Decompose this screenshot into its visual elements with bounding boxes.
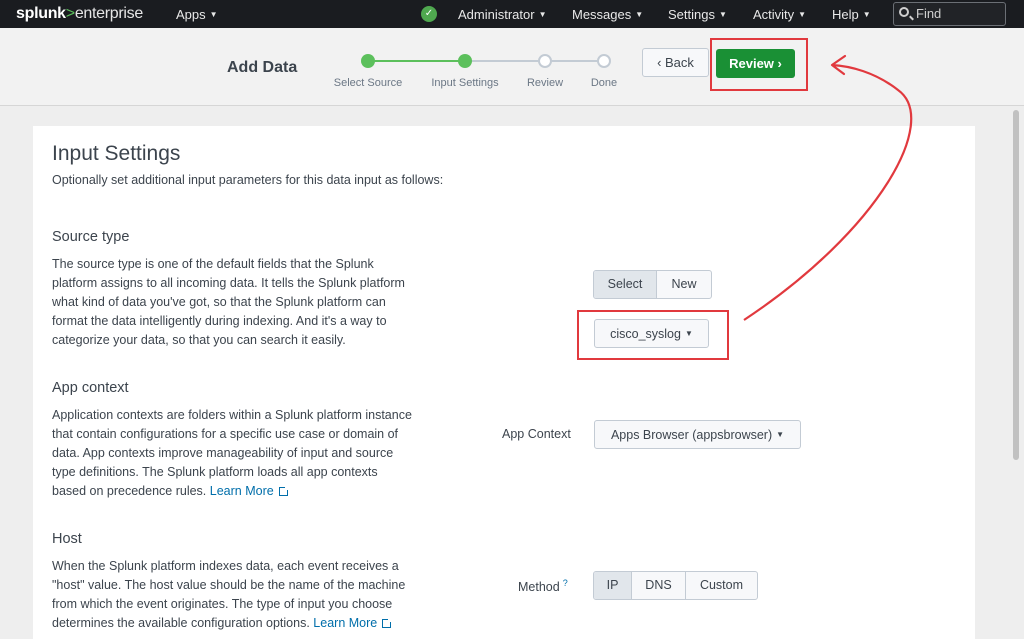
help-menu[interactable]: Help ▼ (832, 7, 871, 22)
apps-menu[interactable]: Apps ▼ (176, 7, 218, 22)
step-done-label: Done (590, 77, 618, 89)
caret-down-icon: ▼ (209, 10, 218, 19)
step-select-source-label: Select Source (333, 77, 403, 89)
review-highlight-box (710, 38, 808, 91)
administrator-menu[interactable]: Administrator ▼ (458, 7, 547, 22)
external-link-icon (278, 485, 290, 496)
source-type-title: Source type (52, 229, 130, 245)
step-input-settings-dot (458, 54, 472, 68)
source-type-highlight-box (577, 310, 729, 360)
source-type-description: The source type is one of the default fi… (52, 257, 405, 347)
scrollbar-thumb[interactable] (1013, 110, 1019, 460)
activity-menu[interactable]: Activity ▼ (753, 7, 806, 22)
source-type-mode-toggle: Select New (593, 270, 712, 299)
host-method-toggle: IP DNS Custom (593, 571, 758, 600)
source-type-select-option[interactable]: Select (594, 271, 657, 298)
caret-down-icon: ▼ (635, 10, 644, 19)
back-button[interactable]: ‹ Back (642, 48, 709, 77)
step-connector-complete (368, 60, 465, 62)
top-navigation-bar: splunk>enterprise Apps ▼ ✓ Administrator ▼… (0, 0, 1024, 28)
step-input-settings-label: Input Settings (431, 77, 499, 89)
caret-down-icon: ▼ (798, 10, 807, 19)
external-link-icon (382, 617, 394, 628)
health-status-icon[interactable]: ✓ (421, 6, 437, 22)
search-icon (899, 7, 909, 17)
host-description: When the Splunk platform indexes data, e… (52, 559, 406, 630)
host-learn-more-link[interactable]: Learn More (313, 616, 394, 630)
chevron-left-icon: ‹ (657, 55, 666, 70)
step-review-label: Review (526, 77, 564, 89)
caret-down-icon: ▼ (538, 10, 547, 19)
help-icon[interactable]: ? (563, 578, 568, 588)
step-select-source-dot (361, 54, 375, 68)
scrollbar[interactable] (1010, 110, 1022, 639)
host-title: Host (52, 531, 82, 547)
app-context-learn-more-link[interactable]: Learn More (210, 484, 290, 498)
settings-menu[interactable]: Settings ▼ (668, 7, 727, 22)
host-method-ip-option[interactable]: IP (594, 572, 632, 599)
app-context-description: Application contexts are folders within … (52, 408, 412, 498)
find-input[interactable]: Find (893, 2, 1006, 26)
splunk-logo[interactable]: splunk>enterprise (16, 5, 143, 23)
host-method-custom-option[interactable]: Custom (686, 572, 757, 599)
step-connector-pending (465, 60, 604, 62)
app-context-label: App Context (502, 427, 571, 441)
caret-down-icon: ▼ (718, 10, 727, 19)
host-method-dns-option[interactable]: DNS (632, 572, 686, 599)
app-context-dropdown[interactable]: Apps Browser (appsbrowser) ▼ (594, 420, 801, 449)
caret-down-icon: ▼ (862, 10, 871, 19)
app-context-title: App context (52, 380, 129, 396)
step-done-dot (597, 54, 611, 68)
add-data-wizard-header: Add Data Select Source Input Settings Re… (0, 28, 1024, 106)
messages-menu[interactable]: Messages ▼ (572, 7, 643, 22)
page-title: Input Settings (52, 142, 181, 165)
caret-down-icon: ▼ (776, 430, 785, 439)
step-review-dot (538, 54, 552, 68)
page-intro: Optionally set additional input paramete… (52, 173, 444, 187)
wizard-title: Add Data (227, 59, 298, 76)
source-type-new-option[interactable]: New (657, 271, 711, 298)
host-method-label: Method? (518, 578, 568, 594)
